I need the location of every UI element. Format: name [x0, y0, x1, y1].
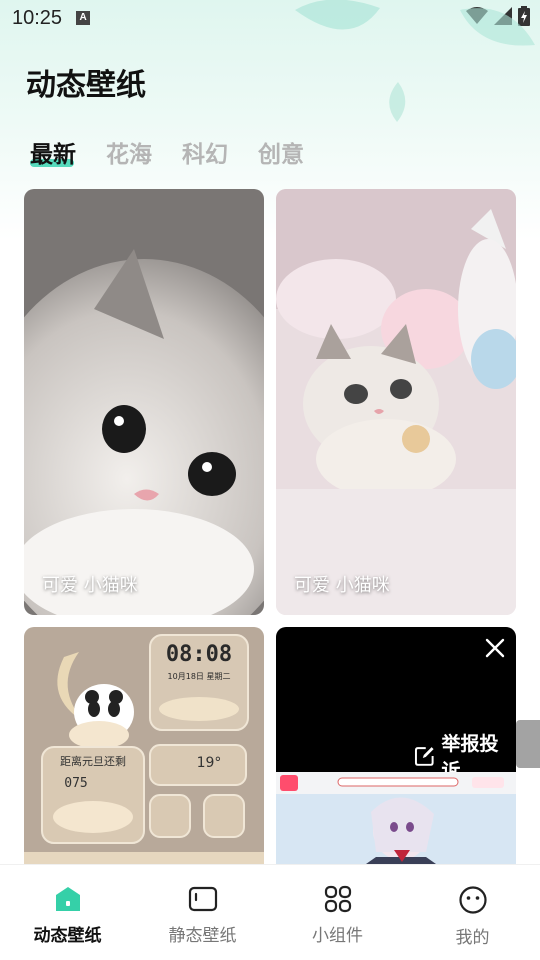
nav-static-wallpaper[interactable]: 静态壁纸	[135, 865, 270, 960]
widget-clock: 08:08	[166, 642, 232, 667]
kitten-toys-image	[276, 189, 516, 615]
tab-flowers[interactable]: 花海	[106, 135, 152, 169]
tab-label: 科幻	[182, 142, 228, 168]
wallpaper-card[interactable]: 可爱 小猫咪	[276, 189, 516, 615]
profile-face-icon	[458, 886, 487, 914]
tab-label: 创意	[258, 142, 304, 168]
tab-creative[interactable]: 创意	[258, 135, 304, 169]
wallpaper-card[interactable]: 可爱 小猫咪	[24, 189, 264, 615]
ad-card[interactable]: 举报投诉	[276, 627, 516, 864]
nav-live-wallpaper[interactable]: 动态壁纸	[0, 865, 135, 960]
nav-widgets[interactable]: 小组件	[270, 865, 405, 960]
widget-countdown-value: 075	[64, 776, 87, 791]
widgets-icon	[324, 885, 351, 913]
close-icon[interactable]	[484, 637, 506, 659]
widget-temperature: 19°	[197, 755, 222, 771]
ad-preview-image	[276, 772, 516, 864]
status-time: 10:25	[12, 6, 63, 29]
floating-side-tab[interactable]	[516, 720, 540, 768]
house-icon	[55, 887, 80, 911]
card-caption: 可爱 小猫咪	[294, 575, 390, 596]
nav-label: 动态壁纸	[33, 926, 102, 946]
tab-scifi[interactable]: 科幻	[182, 135, 228, 169]
leaf-decoration	[389, 82, 406, 122]
kitten-image	[24, 189, 264, 615]
picture-icon	[188, 886, 217, 912]
nav-profile[interactable]: 我的	[405, 865, 540, 960]
card-caption: 可爱 小猫咪	[42, 575, 138, 596]
tab-label: 花海	[106, 142, 152, 168]
widget-date: 10月18日 星期二	[168, 672, 231, 681]
wallpaper-card[interactable]: 08:08 10月18日 星期二 距离元旦还剩 075 19°	[24, 627, 264, 864]
panda-widget-image: 08:08 10月18日 星期二 距离元旦还剩 075 19°	[24, 627, 264, 864]
page-title: 动态壁纸	[26, 68, 146, 103]
leaf-decoration	[460, 8, 535, 46]
nav-label: 我的	[455, 928, 490, 948]
edit-icon	[414, 747, 434, 766]
leaf-decoration	[295, 0, 380, 30]
tab-label: 最新	[30, 142, 76, 168]
nav-label: 静态壁纸	[168, 926, 237, 946]
widget-countdown-label: 距离元旦还剩	[60, 754, 126, 768]
notification-icon: A	[76, 11, 91, 25]
category-tabs: 最新 花海 科幻 创意	[30, 135, 304, 169]
tab-latest[interactable]: 最新	[30, 135, 76, 169]
nav-label: 小组件	[312, 926, 363, 946]
bottom-nav: 动态壁纸 静态壁纸 小组件 我的	[0, 864, 540, 960]
